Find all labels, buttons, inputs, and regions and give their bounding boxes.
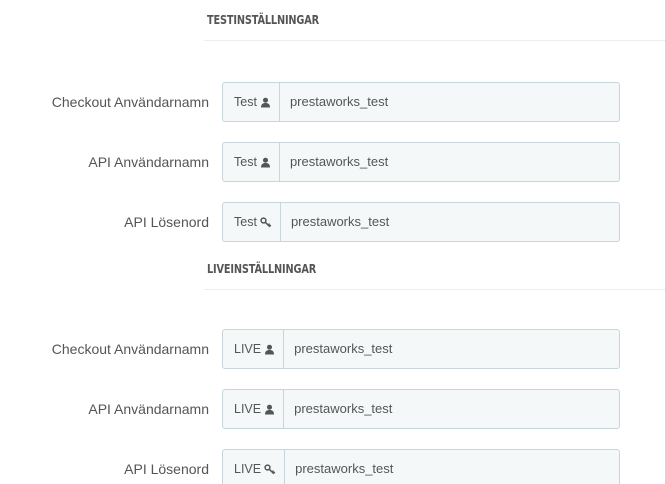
addon-label: Test — [234, 215, 257, 229]
live-api-username-row: API Användarnamn LIVE — [0, 389, 665, 429]
key-icon — [264, 463, 276, 475]
test-checkout-username-group: Test — [222, 82, 620, 122]
test-api-password-label: API Lösenord — [124, 214, 209, 230]
settings-form: TESTINSTÄLLNINGAR Checkout Användarnamn … — [0, 0, 665, 484]
test-checkout-username-label: Checkout Användarnamn — [51, 94, 209, 110]
test-api-username-row: API Användarnamn Test — [0, 142, 665, 182]
live-api-username-input[interactable] — [284, 390, 619, 428]
live-checkout-username-group: LIVE — [222, 329, 620, 369]
addon-label: LIVE — [234, 462, 262, 476]
test-api-username-group: Test — [222, 142, 620, 182]
test-api-password-group: Test — [222, 202, 620, 242]
test-settings-divider — [204, 40, 665, 41]
live-api-password-row: API Lösenord LIVE — [0, 449, 665, 484]
addon-label: LIVE — [234, 342, 262, 356]
test-api-password-input[interactable] — [280, 203, 619, 241]
test-api-username-input[interactable] — [279, 143, 619, 181]
test-checkout-username-input[interactable] — [279, 83, 619, 121]
test-checkout-username-row: Checkout Användarnamn Test — [0, 82, 665, 122]
addon-label: Test — [234, 155, 257, 169]
user-icon — [260, 157, 271, 168]
input-addon: Test — [223, 143, 280, 181]
test-api-username-label: API Användarnamn — [88, 154, 209, 170]
addon-label: Test — [234, 95, 257, 109]
live-checkout-username-label: Checkout Användarnamn — [51, 341, 209, 357]
live-api-password-group: LIVE — [222, 449, 620, 484]
live-api-password-label: API Lösenord — [124, 461, 209, 477]
input-addon: Test — [223, 83, 280, 121]
live-api-username-group: LIVE — [222, 389, 620, 429]
user-icon — [264, 404, 275, 415]
key-icon — [260, 216, 272, 228]
test-api-password-row: API Lösenord Test — [0, 202, 665, 242]
live-api-username-label: API Användarnamn — [88, 401, 209, 417]
live-api-password-input[interactable] — [285, 450, 619, 484]
input-addon: Test — [223, 203, 281, 241]
input-addon: LIVE — [223, 330, 285, 368]
test-settings-heading: TESTINSTÄLLNINGAR — [207, 12, 320, 27]
live-settings-heading: LIVEINSTÄLLNINGAR — [207, 261, 317, 276]
input-addon: LIVE — [223, 390, 285, 428]
live-checkout-username-row: Checkout Användarnamn LIVE — [0, 329, 665, 369]
addon-label: LIVE — [234, 402, 262, 416]
live-checkout-username-input[interactable] — [284, 330, 619, 368]
live-settings-divider — [204, 289, 665, 290]
user-icon — [260, 97, 271, 108]
user-icon — [264, 344, 275, 355]
input-addon: LIVE — [223, 450, 286, 484]
